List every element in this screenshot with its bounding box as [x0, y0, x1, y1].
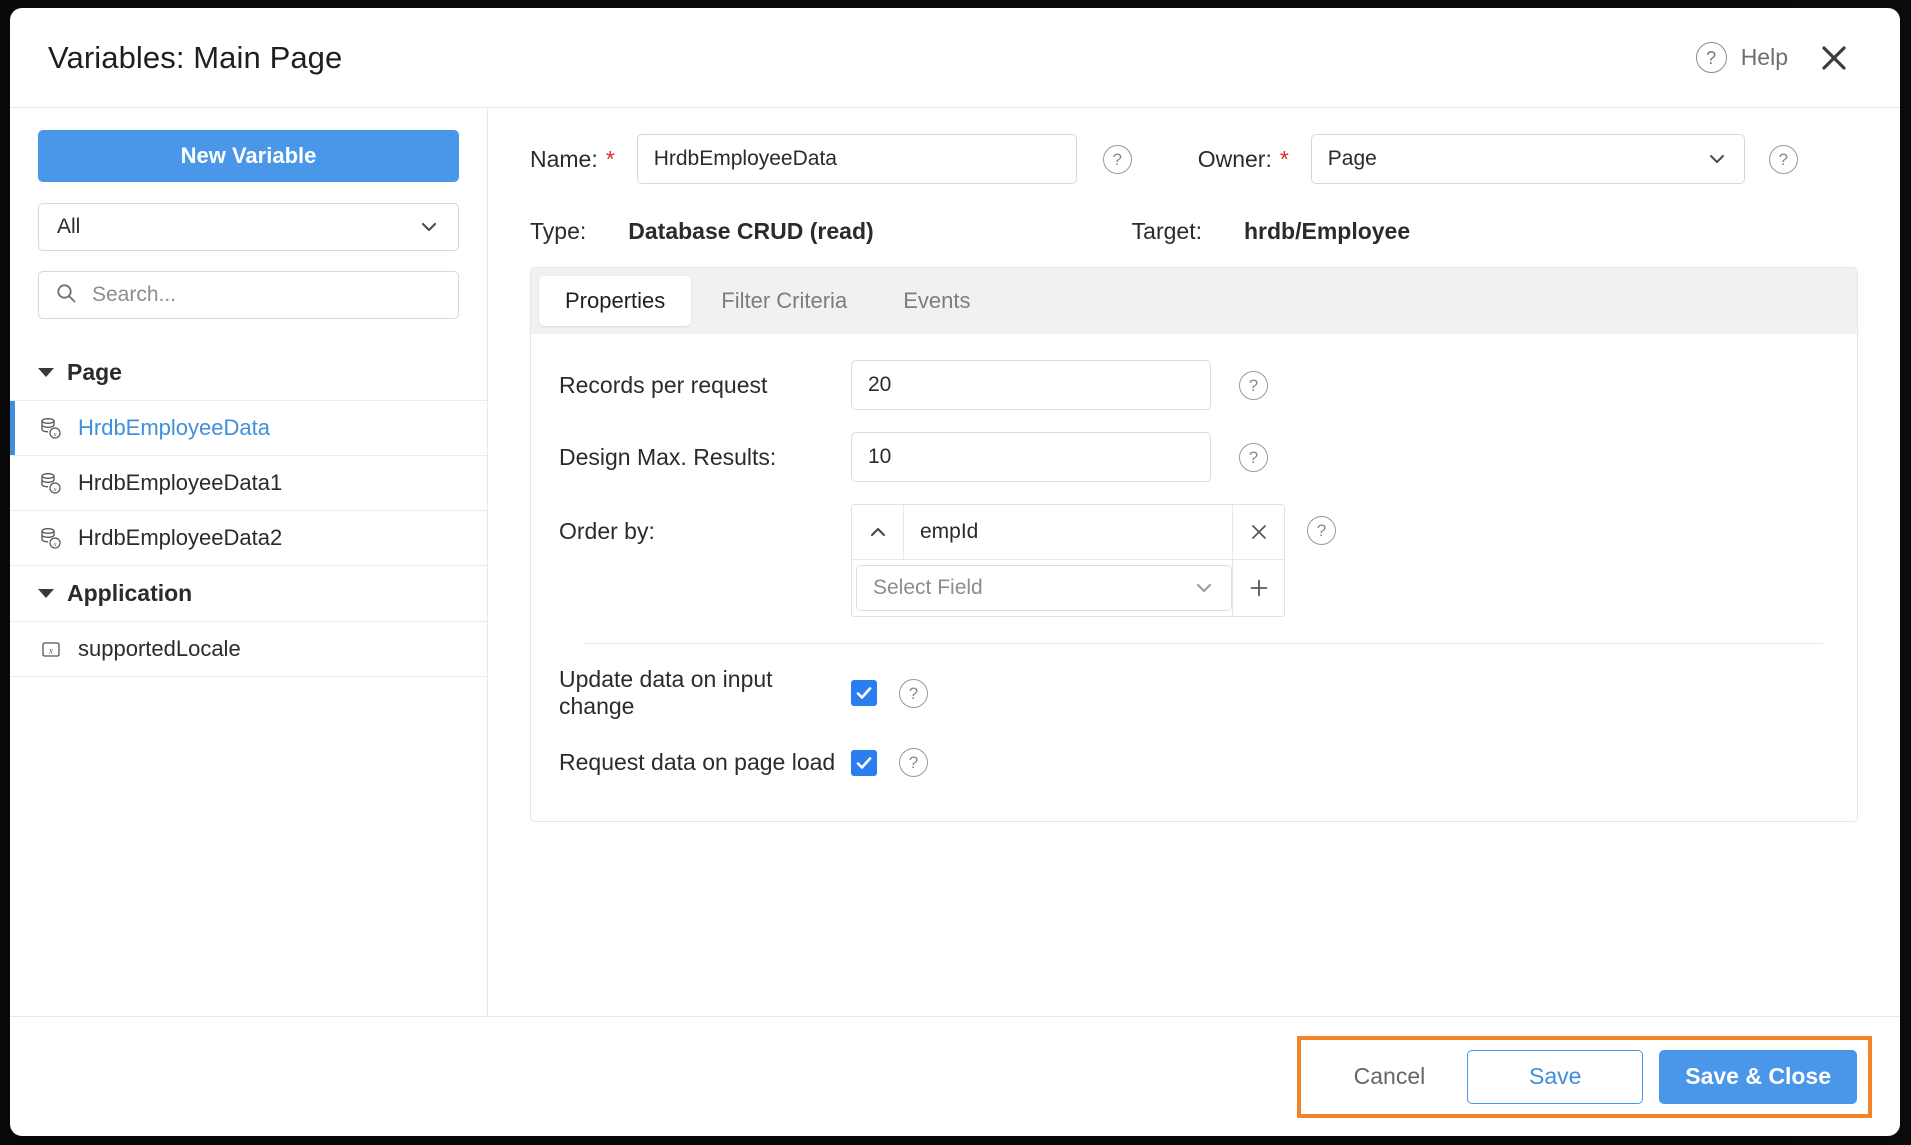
dialog-header: Variables: Main Page ? Help	[10, 8, 1900, 108]
owner-select[interactable]: Page	[1310, 134, 1745, 184]
design-max-results-row: Design Max. Results: ?	[559, 432, 1823, 482]
caret-down-icon	[38, 368, 54, 377]
sidebar-item-label: HrdbEmployeeData2	[78, 525, 283, 550]
sidebar-item-hrdbemployeedata2[interactable]: x HrdbEmployeeData2	[10, 511, 487, 566]
screen-root: Variables: Main Page ? Help New Variable…	[0, 0, 1911, 1145]
search-icon	[55, 282, 77, 309]
order-by-help-icon[interactable]: ?	[1307, 516, 1336, 545]
question-circle-icon: ?	[1695, 42, 1727, 73]
variables-dialog: Variables: Main Page ? Help New Variable…	[10, 8, 1900, 1136]
design-max-results-label: Design Max. Results:	[559, 443, 777, 470]
sidebar-group-label: Application	[67, 580, 193, 606]
search-box[interactable]	[38, 271, 459, 319]
help-label: Help	[1740, 44, 1788, 70]
request-on-page-load-help-icon[interactable]: ?	[899, 748, 928, 777]
chevron-up-icon[interactable]	[852, 505, 904, 559]
records-per-request-label: Records per request	[559, 371, 768, 398]
order-by-remove-icon[interactable]	[1232, 505, 1284, 559]
tab-events[interactable]: Events	[877, 276, 996, 326]
owner-required-marker: *	[1279, 145, 1289, 172]
type-value: Database CRUD (read)	[628, 218, 874, 244]
name-input[interactable]	[636, 134, 1077, 184]
sidebar-item-supportedlocale[interactable]: x supportedLocale	[10, 622, 487, 677]
svg-text:x: x	[53, 431, 57, 438]
dialog-footer: Cancel Save Save & Close	[10, 1016, 1900, 1136]
order-by-field-select-placeholder: Select Field	[873, 576, 983, 599]
sidebar-controls: New Variable All	[10, 130, 487, 345]
order-by-entry: empId	[852, 505, 1284, 560]
chevron-down-icon	[418, 216, 440, 238]
new-variable-button[interactable]: New Variable	[38, 130, 459, 182]
database-variable-icon: x	[38, 525, 64, 551]
svg-text:x: x	[48, 646, 53, 656]
search-input[interactable]	[90, 282, 442, 308]
properties-tab-panel: Records per request ? Design Max. Result…	[531, 334, 1857, 821]
svg-text:x: x	[53, 486, 57, 493]
order-by-row: Order by: empId Select Field ?	[559, 504, 1823, 617]
cancel-button[interactable]: Cancel	[1312, 1050, 1468, 1104]
save-button[interactable]: Save	[1467, 1049, 1644, 1104]
svg-text:x: x	[53, 541, 57, 548]
order-by-add-icon[interactable]	[1232, 560, 1284, 616]
section-divider	[583, 643, 1823, 644]
variable-scope-filter[interactable]: All	[38, 203, 459, 251]
dialog-body: New Variable All Search... Page x HrdbEm…	[10, 108, 1900, 1016]
variable-editor-panel: Name: * ? Owner: * Page ?	[488, 108, 1900, 1016]
scalar-variable-icon: x	[38, 636, 64, 662]
request-on-page-load-checkbox[interactable]	[851, 749, 877, 776]
update-on-input-change-help-icon[interactable]: ?	[899, 678, 928, 708]
order-by-field-value[interactable]: empId	[904, 505, 1232, 559]
sidebar-group-label: Page	[67, 359, 122, 385]
header-actions: ? Help	[1695, 38, 1854, 78]
sidebar-group-application[interactable]: Application	[10, 566, 487, 622]
chevron-down-icon	[1193, 577, 1215, 599]
database-variable-icon: x	[38, 415, 64, 441]
page-title: Variables: Main Page	[48, 39, 343, 75]
name-help-icon[interactable]: ?	[1102, 144, 1132, 174]
update-on-input-change-label: Update data on input change	[559, 666, 773, 719]
target-label: Target:	[1131, 218, 1202, 244]
name-required-marker: *	[605, 145, 615, 172]
request-on-page-load-label: Request data on page load	[559, 749, 836, 775]
chevron-down-icon	[1706, 148, 1728, 170]
request-on-page-load-row: Request data on page load ?	[559, 748, 1823, 777]
name-owner-row: Name: * ? Owner: * Page ?	[530, 134, 1858, 184]
owner-help-icon[interactable]: ?	[1768, 144, 1798, 174]
sidebar-item-hrdbemployeedata[interactable]: x HrdbEmployeeData	[10, 401, 487, 456]
tab-properties[interactable]: Properties	[539, 276, 692, 326]
owner-select-value: Page	[1327, 147, 1377, 170]
type-label: Type:	[530, 218, 587, 244]
update-on-input-change-row: Update data on input change ?	[559, 666, 1823, 720]
help-button[interactable]: ? Help	[1695, 42, 1788, 73]
name-label: Name:	[530, 145, 598, 172]
sidebar-group-page[interactable]: Page	[10, 345, 487, 401]
tab-filter-criteria[interactable]: Filter Criteria	[695, 276, 873, 326]
records-per-request-row: Records per request ?	[559, 360, 1823, 410]
type-target-row: Type: Database CRUD (read) Target: hrdb/…	[530, 218, 1858, 245]
sidebar-item-label: HrdbEmployeeData	[78, 415, 270, 440]
database-variable-icon: x	[38, 470, 64, 496]
variables-sidebar: New Variable All Search... Page x HrdbEm…	[10, 108, 488, 1016]
target-value: hrdb/Employee	[1244, 218, 1411, 244]
sidebar-item-label: HrdbEmployeeData1	[78, 470, 283, 495]
records-per-request-help-icon[interactable]: ?	[1239, 370, 1268, 400]
save-and-close-button[interactable]: Save & Close	[1659, 1049, 1857, 1104]
order-by-label: Order by:	[559, 518, 655, 544]
order-by-add-row: Select Field	[852, 560, 1284, 616]
editor-tabs-card: Properties Filter Criteria Events Record…	[530, 267, 1858, 822]
caret-down-icon	[38, 589, 54, 598]
design-max-results-help-icon[interactable]: ?	[1239, 442, 1268, 472]
design-max-results-input[interactable]	[851, 432, 1211, 482]
records-per-request-input[interactable]	[851, 360, 1211, 410]
order-by-grid: empId Select Field	[851, 504, 1285, 617]
close-icon[interactable]	[1814, 38, 1854, 78]
tabs-bar: Properties Filter Criteria Events	[531, 268, 1857, 334]
order-by-field-select[interactable]: Select Field	[856, 565, 1232, 611]
sidebar-item-label: supportedLocale	[78, 636, 241, 661]
sidebar-item-hrdbemployeedata1[interactable]: x HrdbEmployeeData1	[10, 456, 487, 511]
update-on-input-change-checkbox[interactable]	[851, 680, 877, 706]
variable-scope-filter-value: All	[57, 215, 81, 238]
footer-action-group-highlight: Cancel Save Save & Close	[1296, 1035, 1872, 1118]
owner-label: Owner:	[1197, 145, 1272, 172]
